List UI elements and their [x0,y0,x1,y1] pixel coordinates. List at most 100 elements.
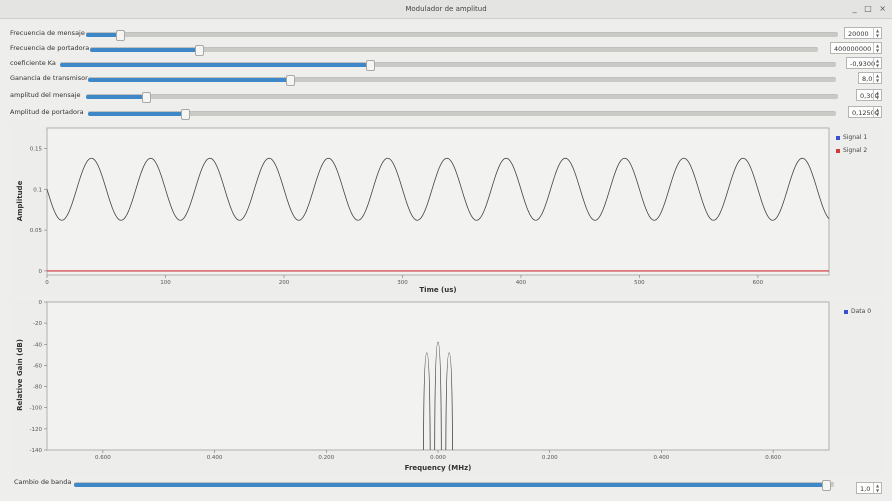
slider-fill [88,78,290,82]
control-label: Cambio de banda [14,478,72,486]
legend-item-signal-2[interactable]: Signal 2 [836,147,867,154]
value-spinbox[interactable]: 8,0 ▲ ▼ [858,72,882,84]
window-controls: _ □ × [848,0,886,18]
x-tick-label: 300 [397,280,408,286]
x-tick-label: 200 [279,280,290,286]
x-tick-label: 0.400 [654,455,670,461]
x-tick-label: 400 [516,280,527,286]
spin-arrows-icon[interactable]: ▲ ▼ [873,483,881,493]
time-plot-panel: Amplitude Time (us) 0 100 200 300 400 500 600 … [10,126,882,296]
y-tick-label: 0.1 [33,187,42,193]
x-tick-label: 0.200 [318,455,334,461]
legend-label: Data 0 [851,308,872,315]
y-tick-label: -20 [33,321,42,327]
control-label: amplitud del mensaje [10,91,81,99]
slider-fill [60,63,371,67]
x-axis-label: Time (us) [419,286,456,294]
slider-handle[interactable] [822,480,832,491]
freq-plot-panel: Relative Gain (dB) Frequency (MHz) 0.600… [10,300,882,475]
legend-swatch [836,135,840,140]
y-tick-label: 0 [39,300,43,306]
value-spinbox[interactable]: 400000000 ▲ ▼ [830,42,882,54]
spin-arrows-icon[interactable]: ▲ ▼ [873,73,881,83]
x-tick-label: 0.000 [430,455,446,461]
y-tick-label: 0 [39,269,43,275]
slider[interactable] [74,480,834,491]
y-tick-label: -100 [30,406,43,412]
freq-plot-area [46,301,830,451]
slider-fill [86,33,120,37]
x-axis-label: Frequency (MHz) [405,464,472,472]
legend-label: Signal 1 [843,134,868,141]
y-tick-label: -80 [33,385,42,391]
slider[interactable] [86,30,838,41]
spinbox-value: 1,0 [860,485,871,493]
x-tick-label: 100 [160,280,171,286]
x-tick-label: 0.600 [765,455,781,461]
time-plot[interactable]: Amplitude Time (us) 0 100 200 300 400 500 600 … [10,126,882,296]
control-row-cambio-banda: Cambio de banda 1,0 ▲ ▼ [0,476,892,494]
legend-swatch [844,309,848,314]
spin-arrows-icon[interactable]: ▲ ▼ [873,43,881,53]
slider-handle[interactable] [285,75,295,86]
minimize-icon[interactable]: _ [853,4,857,13]
slider-handle[interactable] [142,92,152,103]
app-window: Modulador de amplitud _ □ × Frecuencia d… [0,0,892,501]
slider[interactable] [88,109,836,120]
value-spinbox[interactable]: 1,0 ▲ ▼ [856,482,882,494]
control-label: Frecuencia de portadora [10,44,90,52]
slider-handle[interactable] [115,30,125,41]
control-row-ganancia-transmisor: Ganancia de transmisor 8,0 ▲ ▼ [0,72,892,86]
title-bar: Modulador de amplitud _ □ × [0,0,892,19]
slider-handle[interactable] [181,109,191,120]
freq-legend: Data 0 [844,308,871,315]
slider[interactable] [86,92,838,103]
y-tick-label: 0.15 [30,146,43,152]
legend-label: Signal 2 [843,147,868,154]
legend-item-signal-1[interactable]: Signal 1 [836,134,867,141]
time-legend: Signal 1 Signal 2 [836,134,867,154]
control-row-amplitud-mensaje: amplitud del mensaje 0,300 ▲ ▼ [0,89,892,103]
slider-fill [74,483,827,487]
control-label: coeficiente Ka [10,59,56,67]
control-label: Frecuencia de mensaje [10,29,85,37]
slider-fill [90,48,200,52]
spin-arrows-icon[interactable]: ▲ ▼ [873,58,881,68]
spinbox-value: 8,0 [862,75,873,83]
slider[interactable] [90,45,818,56]
x-tick-label: 600 [753,280,764,286]
value-spinbox[interactable]: 20000 ▲ ▼ [844,27,882,39]
maximize-icon[interactable]: □ [864,4,872,13]
legend-item-data-0[interactable]: Data 0 [844,308,871,315]
time-plot-area [46,127,830,276]
value-spinbox[interactable]: -0,9300 ▲ ▼ [846,57,882,69]
spinbox-value: 400000000 [834,45,872,53]
y-tick-label: -140 [30,448,43,454]
x-tick-label: 0 [45,280,49,286]
slider-handle[interactable] [195,45,205,56]
spin-arrows-icon[interactable]: ▲ ▼ [873,107,881,117]
y-axis-label: Relative Gain (dB) [16,339,24,411]
slider[interactable] [60,60,836,71]
legend-swatch [836,148,840,153]
x-tick-label: 0.600 [95,455,111,461]
slider[interactable] [88,75,836,86]
slider-fill [88,112,186,116]
spin-arrows-icon[interactable]: ▲ ▼ [873,28,881,38]
y-axis-label: Amplitude [16,180,24,221]
value-spinbox[interactable]: 0,300 ▲ ▼ [856,89,882,101]
x-tick-label: 0.400 [207,455,223,461]
x-tick-label: 0.200 [542,455,558,461]
spin-arrows-icon[interactable]: ▲ ▼ [873,90,881,100]
spinbox-value: 20000 [848,30,869,38]
y-tick-label: -40 [33,342,42,348]
close-icon[interactable]: × [879,4,886,13]
slider-handle[interactable] [366,60,376,71]
slider-fill [86,95,147,99]
value-spinbox[interactable]: 0,12500 ▲ ▼ [848,106,882,118]
control-label: Ganancia de transmisor [10,74,88,82]
x-tick-label: 500 [634,280,645,286]
control-row-frecuencia-portadora: Frecuencia de portadora 400000000 ▲ ▼ [0,42,892,56]
frequency-plot[interactable]: Relative Gain (dB) Frequency (MHz) 0.600… [10,300,882,475]
control-row-frecuencia-mensaje: Frecuencia de mensaje 20000 ▲ ▼ [0,27,892,41]
